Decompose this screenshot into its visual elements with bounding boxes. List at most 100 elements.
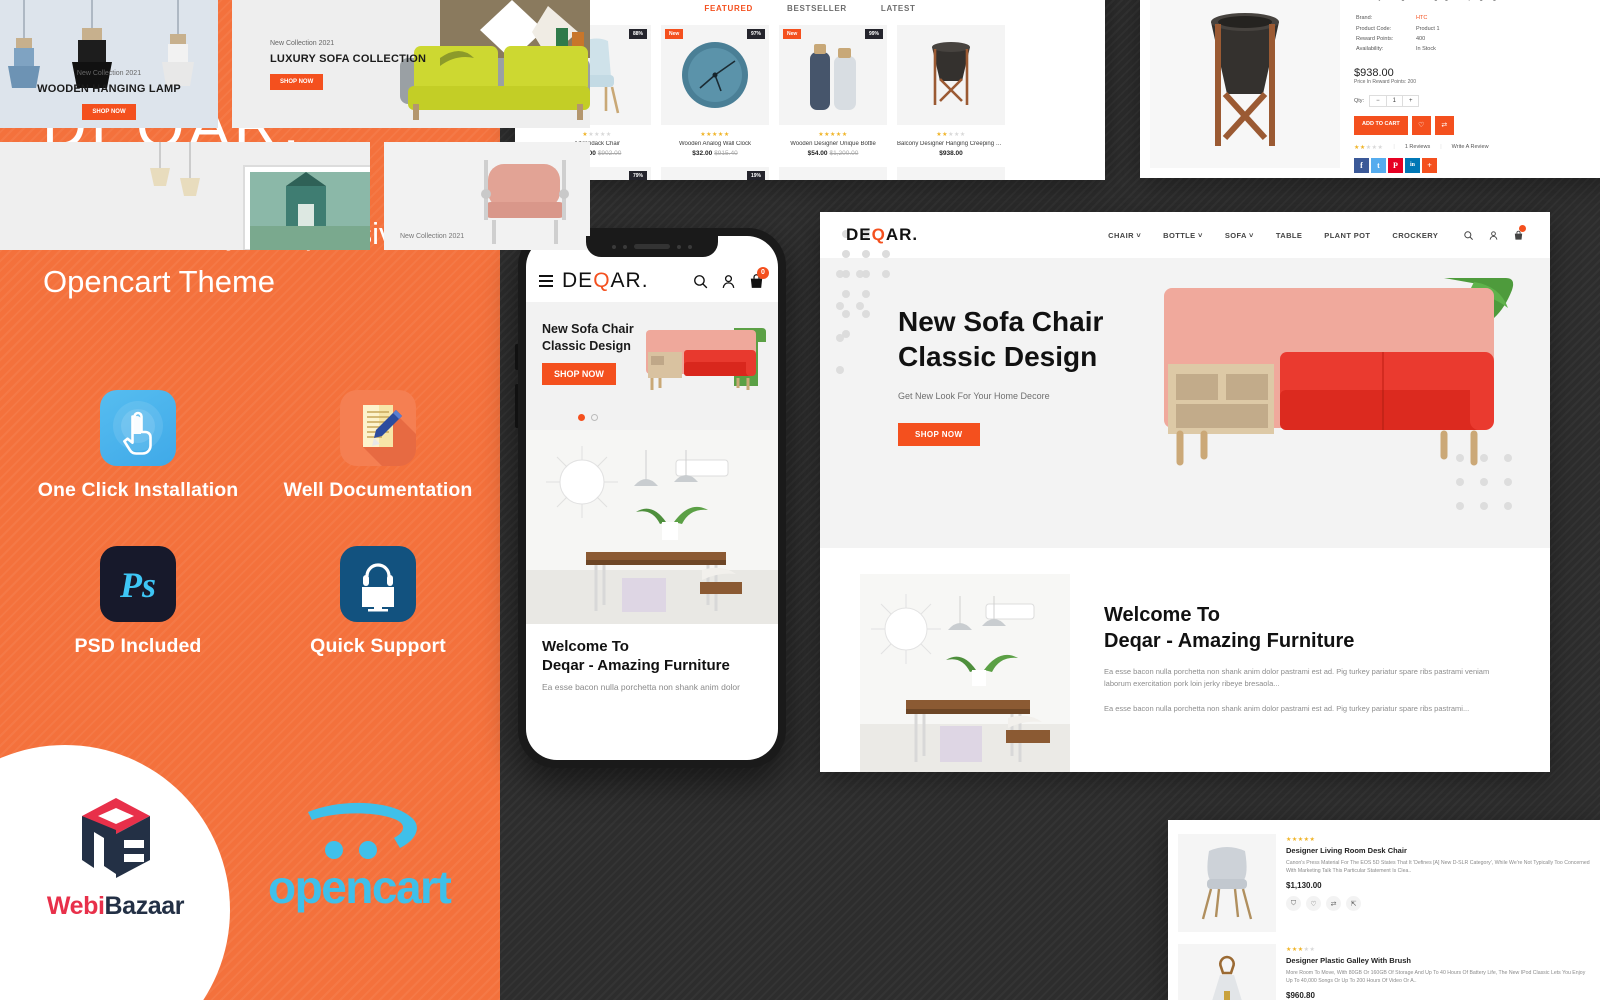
reviews-count[interactable]: 1 Reviews — [1405, 144, 1430, 150]
headset-monitor-icon — [340, 546, 416, 622]
search-icon[interactable] — [1463, 230, 1474, 241]
price-old: $902.00 — [597, 150, 622, 157]
spec-value: 400 — [1416, 35, 1426, 42]
tab-featured[interactable]: FEATURED — [704, 4, 753, 13]
nav-item-table[interactable]: TABLE — [1276, 231, 1302, 240]
product-card[interactable]: ★★★★★ Balcony Designer Hanging Creeping … — [897, 25, 1005, 157]
facebook-icon[interactable]: f — [1354, 157, 1369, 173]
qty-label: Qty: — [1354, 97, 1365, 104]
bottle-set-illustration — [810, 44, 856, 110]
shop-now-button[interactable]: SHOP NOW — [82, 104, 136, 120]
desktop-nav: CHAIR ˅ BOTTLE ˅ SOFA ˅ TABLE PLANT POT … — [1108, 231, 1438, 240]
carousel-dots[interactable] — [578, 414, 598, 421]
twitter-icon[interactable]: t — [1371, 157, 1386, 173]
shop-now-button[interactable]: SHOP NOW — [270, 74, 324, 90]
banner-pendant-lights[interactable] — [0, 142, 370, 250]
list-item[interactable]: ★★★★★ Designer Plastic Galley With Brush… — [1178, 938, 1590, 1000]
desktop-header-icons — [1463, 224, 1526, 241]
quickview-icon[interactable]: ⇱ — [1346, 896, 1361, 912]
price-current: $938.00 — [939, 150, 963, 157]
nav-item-sofa[interactable]: SOFA ˅ — [1225, 231, 1254, 240]
shop-now-button[interactable]: SHOP NOW — [542, 363, 616, 385]
carousel-dot-active[interactable] — [578, 414, 585, 421]
spec-label: Availability: — [1356, 46, 1384, 53]
nav-item-bottle[interactable]: BOTTLE ˅ — [1163, 231, 1203, 240]
phone-logo[interactable]: DEQAR. — [562, 269, 649, 293]
qty-increase-button[interactable]: + — [1403, 96, 1419, 106]
reward-points-note: Price In Reward Points: 200 — [1354, 78, 1416, 85]
product-image — [779, 167, 887, 180]
brush-galley-illustration — [1212, 955, 1242, 1000]
phone-screen: DEQAR. 0 New Sofa Chair Classic Design S… — [526, 236, 778, 760]
write-review-link[interactable]: Write A Review — [1452, 144, 1489, 150]
search-icon[interactable] — [692, 273, 709, 290]
welcome-line1: Welcome To — [1104, 604, 1220, 626]
phone-mockup: DEQAR. 0 New Sofa Chair Classic Design S… — [515, 228, 786, 768]
desktop-logo[interactable]: DEQAR. — [846, 225, 918, 245]
feature-psd-included: Ps PSD Included — [18, 546, 258, 658]
photoshop-icon: Ps — [100, 546, 176, 622]
product-card[interactable] — [779, 167, 887, 180]
phone-welcome-section: Welcome To Deqar - Amazing Furniture Ea … — [526, 624, 778, 692]
nav-item-crockery[interactable]: CROCKERY — [1392, 231, 1438, 240]
nav-item-plant-pot[interactable]: PLANT POT — [1324, 231, 1370, 240]
linkedin-icon[interactable]: in — [1405, 157, 1420, 173]
hamburger-menu-icon[interactable] — [539, 275, 553, 287]
banner-luxury-sofa-collection[interactable]: New Collection 2021 LUXURY SOFA COLLECTI… — [232, 0, 590, 128]
feature-label: PSD Included — [74, 635, 202, 657]
phone-header: DEQAR. 0 — [526, 260, 778, 302]
product-image: New 99% — [779, 25, 887, 125]
banner-text: New Collection 2021 WOODEN HANGING LAMP … — [0, 70, 218, 120]
list-item[interactable]: ★★★★★ Designer Living Room Desk Chair Ca… — [1178, 828, 1590, 938]
quantity-stepper[interactable]: Qty: − 1 + — [1354, 94, 1600, 107]
badge-new: New — [783, 29, 802, 39]
nav-item-chair[interactable]: CHAIR ˅ — [1108, 231, 1141, 240]
product-detail-image[interactable] — [1150, 0, 1340, 168]
pinterest-icon[interactable]: P — [1388, 157, 1403, 173]
opencart-logo: opencart — [268, 800, 468, 910]
qty-decrease-button[interactable]: − — [1370, 96, 1386, 106]
shop-now-button[interactable]: SHOP NOW — [898, 422, 980, 446]
add-to-cart-button[interactable]: ADD TO CART — [1354, 115, 1408, 135]
wishlist-icon[interactable]: ♡ — [1306, 896, 1321, 912]
banner-text: New Collection 2021 LUXURY SOFA COLLECTI… — [270, 40, 426, 90]
banner-wooden-hanging-lamp[interactable]: New Collection 2021 WOODEN HANGING LAMP … — [0, 0, 218, 128]
spec-value[interactable]: HTC — [1416, 14, 1440, 22]
product-info: ★★★★★ Designer Living Room Desk Chair Ca… — [1286, 834, 1590, 932]
product-name[interactable]: Designer Living Room Desk Chair — [1286, 846, 1590, 855]
tab-bestseller[interactable]: BESTSELLER — [787, 4, 847, 13]
user-account-icon[interactable] — [720, 273, 737, 290]
product-detail-price: $938.00 — [1354, 66, 1394, 79]
banner-subtitle: New Collection 2021 — [400, 233, 464, 240]
product-card[interactable]: New 97% ★★★★★ Wooden Analog Wall Clock $… — [661, 25, 769, 157]
compare-icon[interactable]: ⇄ — [1326, 896, 1341, 912]
product-image: New 97% — [661, 25, 769, 125]
pendant-lamp-illustration — [0, 142, 370, 250]
addthis-icon[interactable]: + — [1422, 157, 1437, 173]
sensor-dot — [688, 244, 692, 249]
product-image — [1178, 834, 1276, 932]
feature-quick-support: Quick Support — [258, 546, 498, 658]
add-to-cart-icon[interactable]: ⛉ — [1286, 896, 1301, 912]
badge-discount: 79% — [628, 171, 647, 180]
webibazaar-logo: WebiBazaar — [28, 790, 203, 921]
qty-input[interactable]: 1 — [1385, 95, 1403, 106]
feature-list: One Click Installation Well Documentatio… — [18, 390, 498, 658]
banner-chair-collection[interactable]: New Collection 2021 — [384, 142, 590, 250]
carousel-dot[interactable] — [591, 414, 598, 421]
phone-welcome-text: Ea esse bacon nulla porchetta non shank … — [542, 682, 740, 693]
compare-icon[interactable]: ⇄ — [1434, 115, 1454, 135]
webibazaar-name-part1: Webi — [46, 892, 105, 920]
tab-latest[interactable]: LATEST — [881, 4, 916, 13]
badge-discount: 88% — [628, 29, 647, 39]
product-card[interactable]: 19% — [661, 167, 769, 180]
product-price: $54.00 $1,200.00 — [779, 150, 887, 157]
wishlist-icon[interactable]: ♡ — [1411, 115, 1431, 135]
product-description: More Room To Move, With 80GB Or 160GB Of… — [1286, 970, 1586, 985]
product-card[interactable]: New 99% ★★★★★ Wooden Designer Unique Bot… — [779, 25, 887, 157]
product-card[interactable] — [897, 167, 1005, 180]
rating-stars: ★★★★★ — [1286, 837, 1316, 843]
product-name[interactable]: Designer Plastic Galley With Brush — [1286, 956, 1590, 965]
phone-welcome-title: Welcome To Deqar - Amazing Furniture — [542, 637, 762, 675]
user-account-icon[interactable] — [1488, 230, 1499, 241]
